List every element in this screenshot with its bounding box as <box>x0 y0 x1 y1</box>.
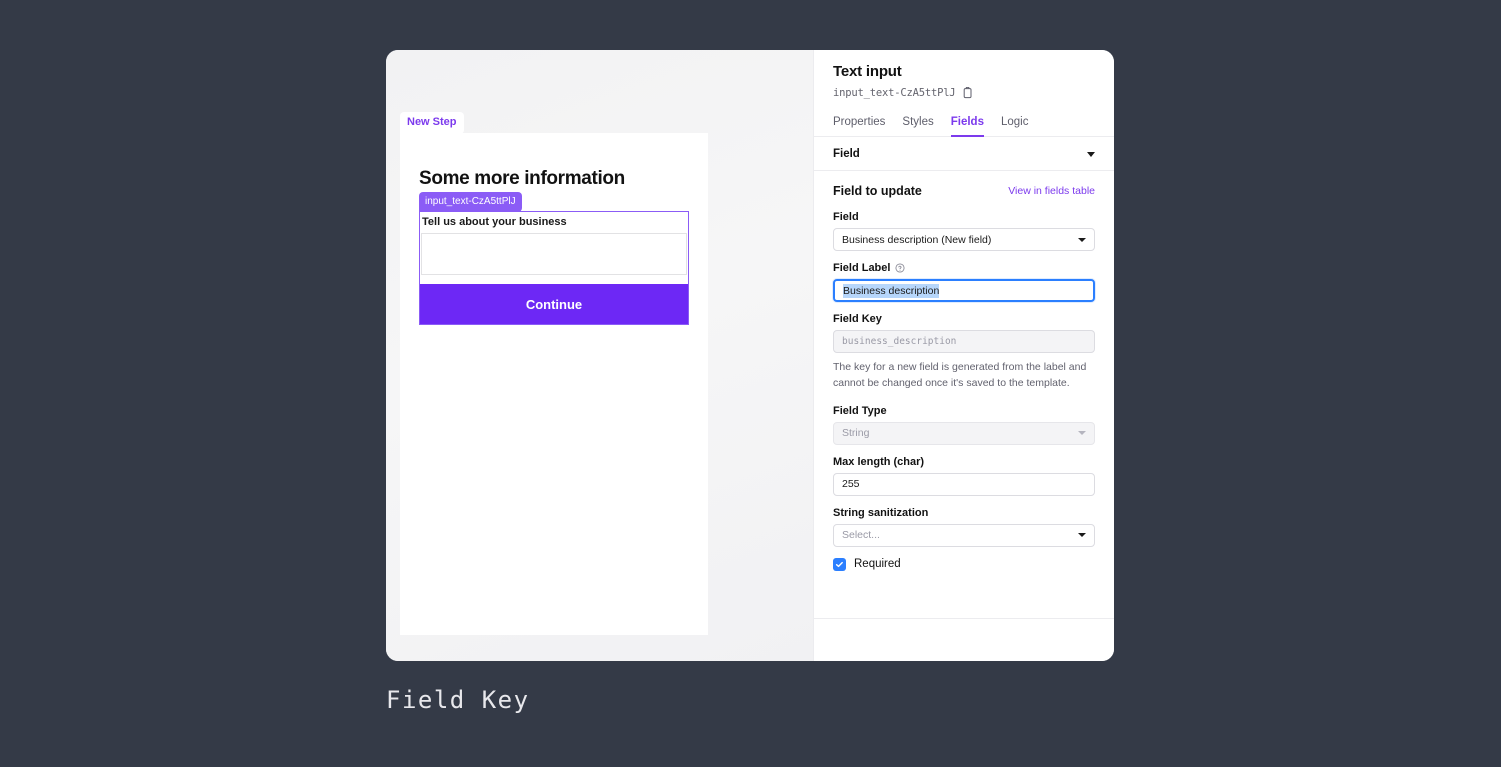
tab-properties[interactable]: Properties <box>833 116 885 137</box>
tab-fields[interactable]: Fields <box>950 116 984 137</box>
field-to-update-heading: Field to update <box>833 184 922 198</box>
field-type-label: Field Type <box>833 405 1095 417</box>
chevron-down-icon[interactable] <box>1087 151 1095 157</box>
chevron-down-icon <box>1078 237 1086 242</box>
required-label: Required <box>854 558 901 570</box>
required-checkbox[interactable] <box>833 557 846 571</box>
field-to-update-row: Field to update View in fields table <box>833 184 1095 198</box>
clipboard-icon[interactable] <box>962 87 973 99</box>
step-badge[interactable]: New Step <box>400 112 464 134</box>
selected-element-wrapper[interactable]: input_text-CzA5ttPlJ Tell us about your … <box>419 192 689 325</box>
element-id-row: input_text-CzA5ttPlJ <box>833 87 1095 99</box>
field-key-label: Field Key <box>833 313 1095 325</box>
inspector-tabs: Properties Styles Fields Logic <box>814 116 1114 137</box>
field-key-helper-text: The key for a new field is generated fro… <box>833 361 1087 389</box>
step-card: Some more information input_text-CzA5ttP… <box>400 133 708 635</box>
field-select-value: Business description (New field) <box>842 233 992 246</box>
field-select-label: Field <box>833 211 1095 223</box>
field-key-input: business_description <box>833 330 1095 353</box>
field-section-body: Field to update View in fields table Fie… <box>814 171 1114 618</box>
tab-styles[interactable]: Styles <box>902 116 933 137</box>
max-length-value: 255 <box>842 478 860 490</box>
required-row: Required <box>833 557 1095 571</box>
field-label-input-value: Business description <box>843 283 940 298</box>
field-type-select: String <box>833 421 1095 445</box>
field-label-input[interactable]: Business description <box>833 279 1095 302</box>
field-section-title: Field <box>833 148 860 160</box>
app-window: New Step Some more information input_tex… <box>386 50 1114 661</box>
string-sanitization-label: String sanitization <box>833 507 1095 519</box>
field-key-value: business_description <box>842 336 957 347</box>
max-length-input[interactable]: 255 <box>833 472 1095 496</box>
continue-button[interactable]: Continue <box>420 284 688 324</box>
field-select[interactable]: Business description (New field) <box>833 228 1095 251</box>
inspector-header: Text input input_text-CzA5ttPlJ <box>814 50 1114 99</box>
help-circle-icon[interactable] <box>895 263 906 273</box>
element-id-text: input_text-CzA5ttPlJ <box>833 87 956 99</box>
field-type-label-text: Field Type <box>833 404 887 417</box>
string-sanitization-label-text: String sanitization <box>833 506 929 519</box>
string-sanitization-value: Select... <box>842 529 880 541</box>
page-title: Text input <box>833 63 902 80</box>
chevron-down-icon <box>1078 431 1086 435</box>
max-length-label: Max length (char) <box>833 456 1095 468</box>
field-section-header[interactable]: Field <box>814 137 1114 171</box>
tab-logic[interactable]: Logic <box>1001 116 1029 137</box>
field-label-label: Field Label <box>833 262 1095 274</box>
inspector-panel: Text input input_text-CzA5ttPlJ Properti… <box>813 50 1114 661</box>
checkmark-icon <box>835 561 843 567</box>
chevron-down-icon <box>1078 533 1086 537</box>
form-preview-canvas: New Step Some more information input_tex… <box>386 50 813 661</box>
max-length-label-text: Max length (char) <box>833 455 925 468</box>
field-key-label-text: Field Key <box>833 313 882 325</box>
field-label-label-text: Field Label <box>833 262 891 274</box>
caption-text: Field Key <box>386 686 530 714</box>
string-sanitization-select[interactable]: Select... <box>833 523 1095 547</box>
view-in-fields-table-link[interactable]: View in fields table <box>1008 185 1095 197</box>
field-select-label-text: Field <box>833 211 859 223</box>
field-type-value: String <box>842 427 870 439</box>
step-title: Some more information <box>419 168 625 189</box>
preview-text-input[interactable] <box>421 233 687 275</box>
inspector-footer <box>814 618 1114 661</box>
element-id-badge: input_text-CzA5ttPlJ <box>419 192 522 212</box>
preview-field-label: Tell us about your business <box>422 216 567 228</box>
